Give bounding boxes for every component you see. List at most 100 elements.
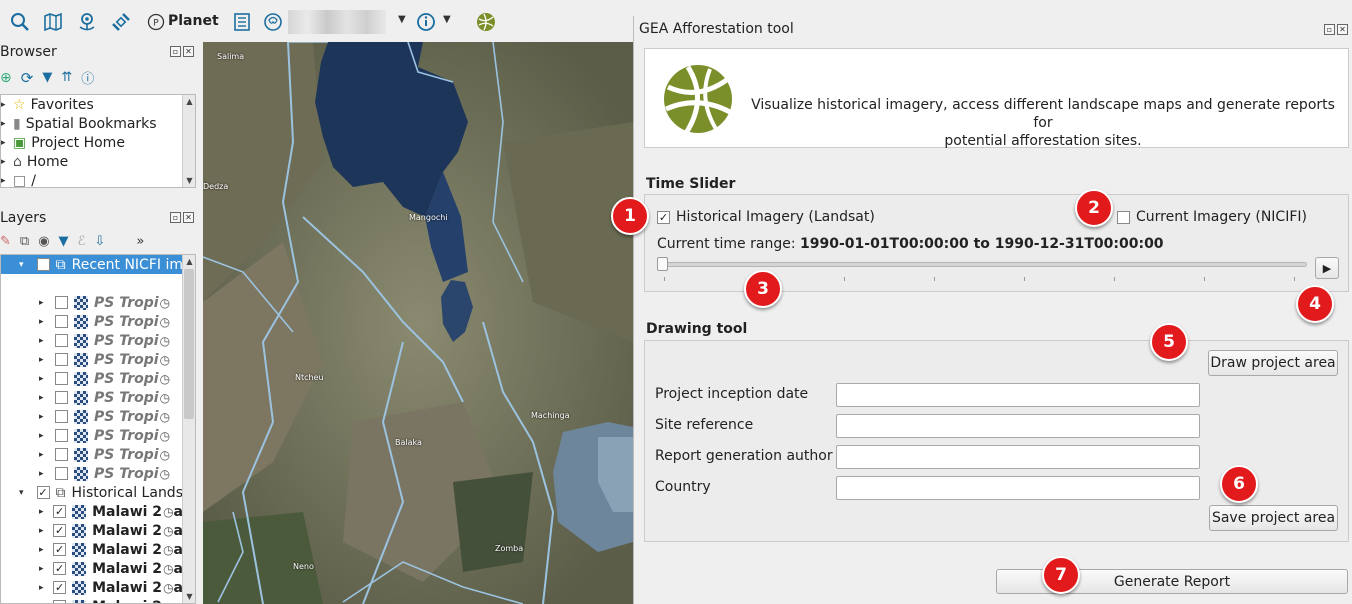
layer-item-ps-tropical[interactable]: ▸ PS Tropi ◷: [1, 445, 183, 464]
table-icon[interactable]: [231, 11, 253, 33]
layer-checkbox[interactable]: ✓: [53, 562, 67, 575]
temporal-clock-icon: ◷: [159, 295, 171, 310]
layer-item-ps-tropical[interactable]: ▸ PS Tropi ◷: [1, 464, 183, 483]
current-imagery-checkbox[interactable]: [1117, 210, 1130, 224]
historical-imagery-option[interactable]: ✓ Historical Imagery (Landsat): [657, 209, 875, 225]
layer-item-ps-tropical[interactable]: ▸ PS Tropi ◷: [1, 407, 183, 426]
filter-legend-icon[interactable]: ▼: [59, 234, 69, 249]
scroll-down-icon[interactable]: ▼: [183, 174, 195, 187]
add-group-icon[interactable]: ⧉: [20, 234, 29, 249]
user-icon[interactable]: [262, 11, 284, 33]
float-panel-icon[interactable]: ▫: [1324, 24, 1335, 35]
layer-item-malawi-landsat[interactable]: ▸✓Malawi 2◷a: [1, 521, 183, 540]
search-icon[interactable]: [9, 11, 31, 33]
collapse-all-icon[interactable]: ⇈: [61, 70, 72, 85]
field-input[interactable]: [836, 414, 1200, 438]
layer-item-ps-tropical[interactable]: ▸ PS Tropi ◷: [1, 331, 183, 350]
draw-project-area-button[interactable]: Draw project area: [1208, 350, 1338, 376]
layer-item-malawi-landsat[interactable]: ▸✓Malawi 2◷a: [1, 559, 183, 578]
close-panel-icon[interactable]: ✕: [1337, 24, 1348, 35]
layer-item-malawi-landsat[interactable]: ▸✓Malawi 2◷a: [1, 540, 183, 559]
remove-layer-icon[interactable]: ⇩: [94, 234, 105, 249]
temporal-clock-icon: ◷: [163, 523, 174, 538]
scrollbar-thumb[interactable]: [184, 269, 194, 419]
refresh-icon[interactable]: ⟳: [21, 69, 34, 87]
layer-checkbox[interactable]: ✓: [53, 543, 67, 556]
layer-item-ps-tropical[interactable]: ▸ PS Tropi ◷: [1, 369, 183, 388]
chevron-down-icon[interactable]: ▼: [398, 14, 406, 25]
layer-item-malawi-landsat[interactable]: ▸✓Malawi 2◷a: [1, 597, 183, 603]
layer-checkbox[interactable]: [55, 353, 68, 366]
tree-item-spatial-bookmarks[interactable]: ▸ ▮ Spatial Bookmarks: [1, 114, 157, 133]
field-input[interactable]: [836, 383, 1200, 407]
float-panel-icon[interactable]: ▫: [170, 46, 181, 57]
filter-icon[interactable]: ▼: [42, 70, 52, 85]
satellite-imagery: [203, 42, 633, 604]
tree-item-root[interactable]: ▸ □ /: [1, 171, 36, 188]
layer-item-ps-tropical[interactable]: ▸ PS Tropi ◷: [1, 293, 183, 312]
scroll-up-icon[interactable]: ▲: [183, 95, 195, 108]
close-panel-icon[interactable]: ✕: [183, 212, 194, 223]
layer-group-recent-nicfi[interactable]: ▾ ⧉ Recent NICFI im: [1, 255, 183, 274]
layer-checkbox[interactable]: [55, 296, 68, 309]
map-canvas[interactable]: Salima Dedza Mangochi Ntcheu Machinga Balaka Z…: [203, 42, 633, 604]
layer-checkbox[interactable]: ✓: [53, 524, 67, 537]
layer-checkbox[interactable]: [55, 410, 68, 423]
layer-item-ps-tropical[interactable]: ▸ PS Tropi ◷: [1, 388, 183, 407]
historical-imagery-checkbox[interactable]: ✓: [657, 210, 670, 224]
layer-item-ps-tropical[interactable]: ▸ PS Tropi ◷: [1, 312, 183, 331]
visibility-icon[interactable]: ◉: [38, 234, 49, 249]
tree-item-project-home[interactable]: ▸ ▣ Project Home: [1, 133, 125, 152]
time-slider-track[interactable]: [659, 262, 1307, 267]
tree-item-favorites[interactable]: ▸ ☆ Favorites: [1, 95, 94, 114]
layer-checkbox[interactable]: ✓: [36, 486, 50, 499]
chevron-down-icon[interactable]: ▼: [443, 14, 451, 25]
map-icon[interactable]: [42, 11, 64, 33]
layer-group-historical-landsat[interactable]: ▾ ✓ ⧉ Historical Lands: [1, 483, 183, 502]
layer-checkbox[interactable]: [55, 334, 68, 347]
raster-layer-icon: [72, 580, 87, 595]
tree-item-home[interactable]: ▸ ⌂ Home: [1, 152, 68, 171]
temporal-clock-icon: ◷: [159, 409, 171, 424]
layer-checkbox[interactable]: [55, 372, 68, 385]
layer-checkbox[interactable]: ✓: [53, 600, 67, 603]
play-button[interactable]: ▶: [1315, 257, 1339, 279]
callout-badge-4: 4: [1296, 285, 1334, 323]
current-imagery-option[interactable]: Current Imagery (NICIFI): [1117, 209, 1307, 225]
browser-scrollbar[interactable]: ▲ ▼: [182, 95, 195, 187]
add-selected-icon[interactable]: ⊕: [0, 70, 12, 86]
pin-icon[interactable]: [76, 11, 98, 33]
float-panel-icon[interactable]: ▫: [170, 212, 181, 223]
temporal-clock-icon: ◷: [163, 504, 174, 519]
play-icon: ▶: [1322, 261, 1332, 275]
layer-checkbox[interactable]: [55, 391, 68, 404]
layer-item-ps-tropical[interactable]: ▸ PS Tropi ◷: [1, 426, 183, 445]
layer-checkbox[interactable]: ✓: [53, 505, 67, 518]
satellite-icon[interactable]: [110, 11, 132, 33]
more-icon[interactable]: »: [136, 234, 144, 249]
layer-item-malawi-landsat[interactable]: ▸✓Malawi 2◷a: [1, 502, 183, 521]
layer-checkbox[interactable]: [55, 315, 68, 328]
layer-item-ps-tropical[interactable]: ▸ PS Tropi ◷: [1, 350, 183, 369]
field-input[interactable]: [836, 476, 1200, 500]
layer-checkbox[interactable]: [55, 429, 68, 442]
planet-label[interactable]: Planet: [168, 13, 219, 29]
field-input[interactable]: [836, 445, 1200, 469]
layers-scrollbar[interactable]: ▲ ▼: [182, 255, 195, 603]
help-icon[interactable]: ⓘ: [81, 68, 94, 87]
layer-checkbox[interactable]: ✓: [53, 581, 67, 594]
layer-checkbox[interactable]: [55, 448, 68, 461]
info-icon[interactable]: [415, 11, 437, 33]
style-manager-icon[interactable]: ✎: [0, 234, 11, 249]
layer-checkbox[interactable]: [55, 467, 68, 480]
layer-checkbox[interactable]: [36, 258, 50, 271]
close-panel-icon[interactable]: ✕: [183, 46, 194, 57]
time-slider-handle[interactable]: [657, 257, 668, 271]
scroll-up-icon[interactable]: ▲: [183, 255, 195, 268]
callout-badge-2: 2: [1075, 189, 1113, 227]
globe-icon[interactable]: [475, 11, 497, 33]
scroll-down-icon[interactable]: ▼: [183, 590, 195, 603]
layer-item-malawi-landsat[interactable]: ▸✓Malawi 2◷a: [1, 578, 183, 597]
save-project-area-button[interactable]: Save project area: [1209, 505, 1338, 531]
expression-filter-icon[interactable]: ℰ: [78, 234, 86, 249]
